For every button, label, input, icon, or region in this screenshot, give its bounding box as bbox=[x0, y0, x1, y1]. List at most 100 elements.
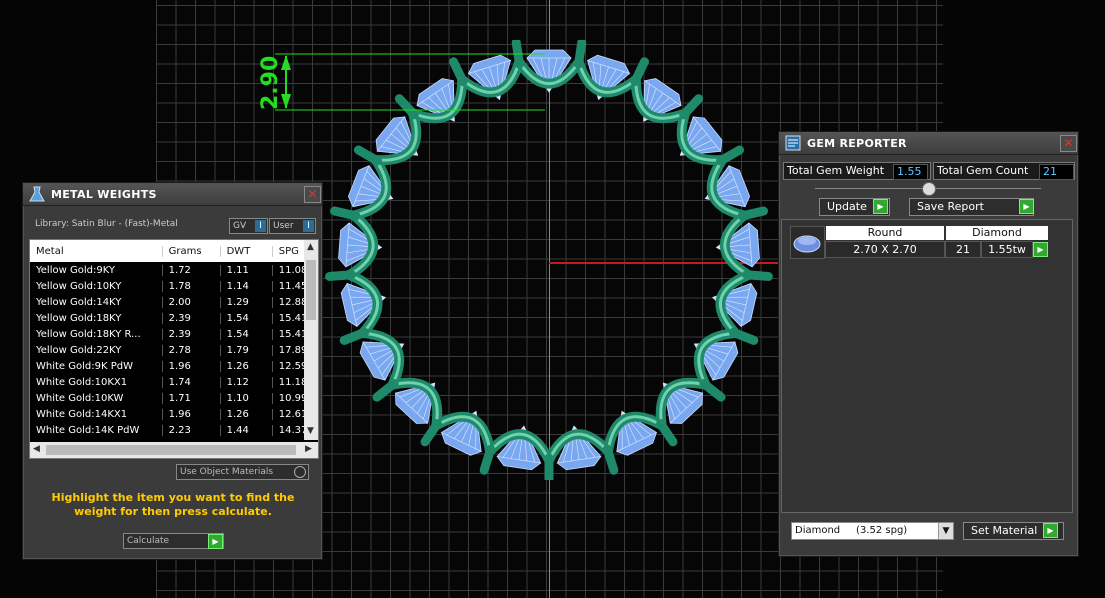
header-diamond: Diamond bbox=[946, 226, 1048, 240]
ring-prong bbox=[728, 327, 759, 345]
ring-prong bbox=[737, 206, 768, 221]
ring-prong bbox=[602, 444, 619, 475]
table-cell: Yellow Gold:9KY bbox=[30, 264, 163, 276]
metal-table-header: Metal Grams DWT SPG bbox=[30, 240, 318, 262]
table-cell: Yellow Gold:18KY R... bbox=[30, 328, 163, 340]
report-icon bbox=[783, 133, 803, 153]
table-cell: 1.79 bbox=[221, 344, 273, 356]
ring-prong bbox=[679, 94, 704, 120]
gem-weight: 1.55tw bbox=[981, 241, 1033, 258]
table-cell: 1.29 bbox=[221, 296, 273, 308]
close-icon[interactable]: ✕ bbox=[1060, 135, 1077, 152]
update-label: Update bbox=[827, 200, 867, 213]
ring-prong bbox=[630, 57, 649, 87]
table-row[interactable]: White Gold:10KW 1.71 1.10 10.99 bbox=[30, 390, 318, 406]
table-cell: 2.78 bbox=[163, 344, 221, 356]
gem-reporter-title: GEM REPORTER bbox=[807, 136, 907, 150]
dimension-value: 2.90 bbox=[258, 56, 283, 110]
table-cell: 1.72 bbox=[163, 264, 221, 276]
table-cell: 1.26 bbox=[221, 408, 273, 420]
metal-weights-panel: METAL WEIGHTS ✕ Library: Satin Blur - (F… bbox=[22, 182, 323, 560]
instruction-text: Highlight the item you want to find the … bbox=[51, 491, 295, 518]
table-row[interactable]: White Gold:14KX1 1.96 1.26 12.61 bbox=[30, 406, 318, 422]
play-icon[interactable]: ▶ bbox=[1019, 199, 1034, 214]
table-cell: White Gold:9K PdW bbox=[30, 360, 163, 372]
col-dwt[interactable]: DWT bbox=[221, 245, 273, 257]
table-cell: 1.71 bbox=[163, 392, 221, 404]
metal-table-vscroll[interactable]: ▲ ▼ bbox=[304, 240, 318, 440]
table-row[interactable]: White Gold:9K PdW 1.96 1.26 12.59 bbox=[30, 358, 318, 374]
ring-prong bbox=[479, 444, 496, 475]
table-cell: 1.96 bbox=[163, 408, 221, 420]
ring-prong bbox=[574, 40, 587, 69]
total-gem-count-label: Total Gem Count bbox=[937, 164, 1029, 177]
table-cell: 1.26 bbox=[221, 360, 273, 372]
table-row[interactable]: Yellow Gold:18KY 2.39 1.54 15.41 bbox=[30, 310, 318, 326]
chevron-down-icon: ▼ bbox=[938, 523, 953, 539]
use-object-materials-toggle[interactable]: Use Object Materials bbox=[176, 464, 309, 480]
gem-size: 2.70 X 2.70 bbox=[825, 241, 945, 258]
table-cell: White Gold:14KX1 bbox=[30, 408, 163, 420]
table-cell: Yellow Gold:10KY bbox=[30, 280, 163, 292]
ring-prong bbox=[656, 419, 678, 447]
table-cell: 2.23 bbox=[163, 424, 221, 436]
play-icon[interactable]: ▶ bbox=[208, 534, 223, 549]
table-cell: 1.74 bbox=[163, 376, 221, 388]
use-object-materials-label: Use Object Materials bbox=[180, 467, 274, 477]
table-cell: Yellow Gold:18KY bbox=[30, 312, 163, 324]
play-icon[interactable]: ▶ bbox=[1043, 523, 1058, 538]
metal-table[interactable]: Metal Grams DWT SPG Yellow Gold:9KY 1.72 1… bbox=[29, 239, 319, 459]
set-material-label: Set Material bbox=[971, 524, 1038, 537]
dimension-annotation: 2.90 bbox=[258, 53, 545, 111]
flask-icon bbox=[27, 184, 47, 204]
table-cell: White Gold:14K PdW bbox=[30, 424, 163, 436]
table-row[interactable]: White Gold:14K PdW 2.23 1.44 14.37 bbox=[30, 422, 318, 438]
user-label: User bbox=[273, 221, 294, 231]
metal-table-hscroll[interactable]: ◀ ▶ bbox=[30, 442, 318, 458]
table-cell: Yellow Gold:22KY bbox=[30, 344, 163, 356]
gem-thumbnail bbox=[790, 226, 825, 259]
table-cell: White Gold:10KW bbox=[30, 392, 163, 404]
play-icon[interactable]: ▶ bbox=[873, 199, 888, 214]
close-icon[interactable]: ✕ bbox=[304, 186, 321, 203]
ring-prong bbox=[420, 419, 442, 447]
gem-count: 21 bbox=[945, 241, 981, 258]
table-cell: Yellow Gold:14KY bbox=[30, 296, 163, 308]
table-cell: 2.39 bbox=[163, 312, 221, 324]
col-grams[interactable]: Grams bbox=[163, 245, 221, 257]
table-row[interactable]: Yellow Gold:14KY 2.00 1.29 12.88 bbox=[30, 294, 318, 310]
ring-prong bbox=[330, 206, 361, 221]
table-row[interactable]: Yellow Gold:9KY 1.72 1.11 11.08 bbox=[30, 262, 318, 278]
ring-prong bbox=[715, 145, 745, 166]
table-row[interactable]: Yellow Gold:18KY R... 2.39 1.54 15.41 bbox=[30, 326, 318, 342]
library-label: Library: Satin Blur - (Fast)-Metal bbox=[35, 219, 178, 229]
table-cell: 1.12 bbox=[221, 376, 273, 388]
total-gem-weight-value: 1.55 bbox=[893, 164, 928, 180]
metal-weights-titlebar[interactable]: METAL WEIGHTS bbox=[23, 183, 322, 206]
gv-label: GV bbox=[233, 221, 247, 231]
ring-prong bbox=[353, 145, 383, 166]
table-row[interactable]: Yellow Gold:10KY 1.78 1.14 11.45 bbox=[30, 278, 318, 294]
gem-reporter-panel: GEM REPORTER ✕ Total Gem Weight 1.55 Tot… bbox=[778, 131, 1079, 557]
table-cell: 1.10 bbox=[221, 392, 273, 404]
ring-prong bbox=[339, 327, 370, 345]
gem-table[interactable]: Round Diamond 2.70 X 2.70 21 1.55tw ▶ bbox=[781, 219, 1073, 513]
user-toggle[interactable]: User I bbox=[269, 218, 316, 234]
material-select-value: Diamond (3.52 spg) bbox=[795, 525, 908, 536]
table-cell: White Gold:10KX1 bbox=[30, 376, 163, 388]
col-metal[interactable]: Metal bbox=[30, 245, 163, 257]
ring-prong bbox=[372, 378, 399, 402]
table-cell: 1.54 bbox=[221, 328, 273, 340]
table-cell: 1.11 bbox=[221, 264, 273, 276]
table-row[interactable]: White Gold:10KX1 1.74 1.12 11.18 bbox=[30, 374, 318, 390]
save-report-button[interactable]: Save Report bbox=[909, 198, 1034, 216]
table-row[interactable]: Yellow Gold:22KY 2.78 1.79 17.89 bbox=[30, 342, 318, 358]
gem-reporter-titlebar[interactable]: GEM REPORTER bbox=[779, 132, 1078, 155]
calculate-label: Calculate bbox=[127, 536, 170, 546]
header-round: Round bbox=[826, 226, 944, 240]
ring-prong bbox=[325, 270, 357, 281]
gv-toggle[interactable]: GV I bbox=[229, 218, 268, 234]
play-icon[interactable]: ▶ bbox=[1033, 242, 1048, 257]
slider-knob[interactable] bbox=[922, 182, 936, 196]
material-select[interactable]: Diamond (3.52 spg) ▼ bbox=[791, 522, 954, 540]
